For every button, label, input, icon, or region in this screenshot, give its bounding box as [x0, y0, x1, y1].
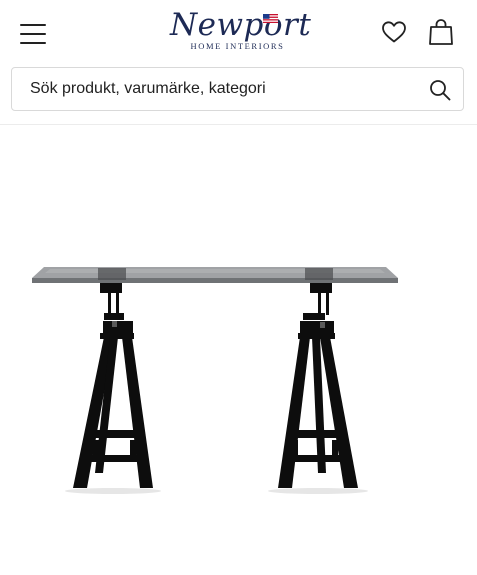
search-icon[interactable]: [429, 79, 451, 101]
shopping-bag-icon[interactable]: [428, 18, 454, 46]
brand-logo[interactable]: Newport HOME INTERIORS: [170, 7, 312, 58]
search-bar: [11, 67, 464, 111]
us-flag-icon: [263, 14, 278, 23]
logo-wordmark: Newport: [170, 7, 312, 43]
heart-icon[interactable]: [381, 20, 407, 44]
header: Newport HOME INTERIORS: [0, 0, 477, 64]
menu-icon[interactable]: [20, 22, 48, 46]
product-gallery[interactable]: [0, 125, 477, 575]
search-input[interactable]: [30, 68, 410, 110]
product-image: [32, 267, 398, 494]
